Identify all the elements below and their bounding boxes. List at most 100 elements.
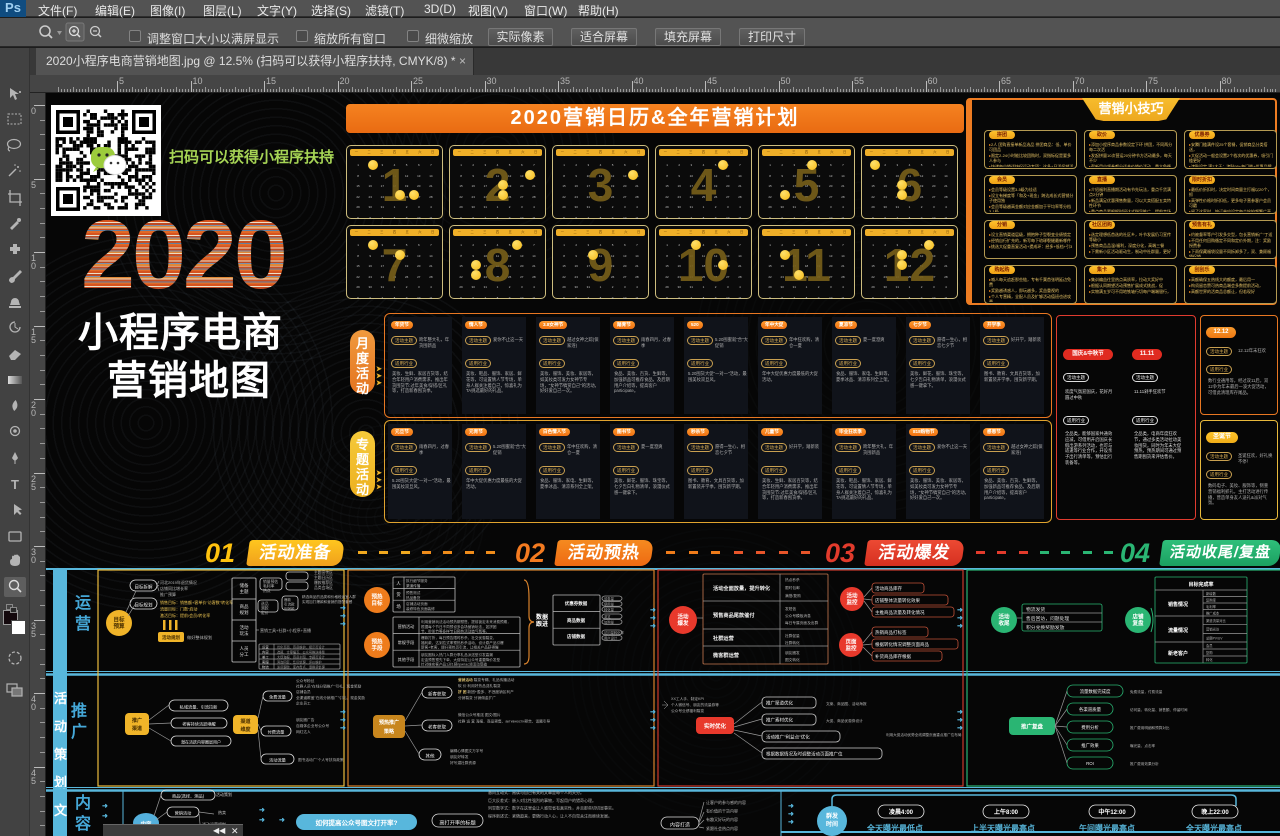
svg-text:实现加打爆款和营销的搭配套餐: 实现加打爆款和营销的搭配套餐: [302, 599, 353, 604]
svg-text:执行细节服务: 执行细节服务: [406, 578, 428, 583]
svg-text:定价: 定价: [261, 610, 269, 615]
svg-text:免费流量: 免费流量: [269, 694, 286, 701]
svg-text:XX工人手、制定KPI: XX工人手、制定KPI: [671, 696, 704, 701]
svg-text:加购量: 加购量: [604, 620, 615, 625]
svg-text:针对核实客产品1对1预припас领活动受邀: 针对核实客产品1对1预припас领活动受邀: [421, 662, 487, 667]
svg-text:有趣又好玩的内容: 有趣又好玩的内容: [706, 816, 738, 822]
svg-text:限时包邮: 限时包邮: [785, 585, 800, 590]
svg-text:规划: 规划: [240, 609, 249, 616]
svg-text:装修特色页面装修: 装修特色页面装修: [406, 606, 435, 611]
svg-text:活动规划: 活动规划: [162, 634, 180, 641]
svg-text:好写潜社群资源: 好写潜社群资源: [450, 760, 476, 765]
svg-text:推广成本: 推广成本: [1206, 611, 1220, 616]
svg-text:朋友好转发: 朋友好转发: [450, 754, 469, 759]
svg-text:复购: 复购: [1206, 650, 1213, 655]
svg-text:手段: 手段: [371, 644, 383, 652]
svg-text:热品备货: 热品备货: [406, 595, 421, 600]
svg-text:微信公众号推送 图文/图片: 微信公众号推送 图文/图片: [458, 712, 501, 717]
svg-text:朋友圈广告: 朋友圈广告: [296, 717, 315, 722]
svg-text:场: 场: [396, 603, 401, 610]
svg-text:选品: 选品: [261, 601, 269, 606]
svg-text:推广费用明细和预算对比: 推广费用明细和预算对比: [1130, 725, 1170, 730]
svg-text:根据数据情况及时调整活动页面推广位: 根据数据情况及时调整活动页面推广位: [766, 751, 843, 758]
svg-text:流量数据完成度: 流量数据完成度: [1080, 688, 1111, 695]
svg-text:监控: 监控: [845, 644, 857, 652]
svg-text:时间: 时间: [826, 820, 838, 828]
svg-text:营销活动: 营销活动: [175, 810, 192, 817]
svg-text:➜: ➜: [788, 819, 794, 826]
svg-text:总额PV/UV: 总额PV/UV: [1206, 635, 1223, 640]
svg-text:每日专属页面及出群: 每日专属页面及出群: [785, 620, 818, 625]
svg-text:➜: ➜: [957, 615, 963, 622]
svg-text:热卖: 热卖: [218, 809, 226, 815]
svg-text:测款: 测款: [261, 606, 269, 611]
svg-text:预算: 预算: [113, 622, 125, 630]
svg-text:➜: ➜: [340, 621, 346, 628]
svg-text:中午12:00: 中午12:00: [1098, 808, 1126, 816]
svg-text:渠道传播: 渠道传播: [406, 583, 421, 588]
svg-text:午间曝光最高点: 午间曝光最高点: [1079, 823, 1135, 833]
svg-text:销量预估: 销量预估: [263, 579, 278, 584]
svg-text:补货商品库存根据: 补货商品库存根据: [875, 653, 911, 660]
svg-text:个人微信号、朋友的流量券等: 个人微信号、朋友的流量券等: [671, 702, 719, 707]
svg-text:高打开率的标题: 高打开率的标题: [439, 819, 475, 827]
svg-text:全渠道覆盖"在线分销推广"引礼、现金奖励: 全渠道覆盖"在线分销推广"引礼、现金奖励: [296, 695, 365, 700]
svg-text:图书活动广"个人号扶持政策: 图书活动广"个人号扶持政策: [298, 757, 344, 762]
svg-text:激活目标：提前/会员/转化率: 激活目标：提前/会员/转化率: [160, 612, 210, 618]
svg-text:➜: ➜: [259, 817, 265, 824]
svg-text:活动: 活动: [677, 613, 689, 621]
svg-text:渠道: 渠道: [131, 725, 142, 732]
svg-text:爆款: 爆款: [284, 597, 292, 602]
svg-text:悬问互动式：阅读与自己有关的文章是每个人的天分。: 悬问互动式：阅读与自己有关的文章是每个人的天分。: [488, 789, 584, 795]
svg-text:商品: 商品: [240, 603, 249, 610]
svg-text:商品(选择、测品): 商品(选择、测品): [172, 793, 205, 800]
svg-text:访问量、转化量、销售额、停留时间: 访问量、转化量、销售额、停留时间: [1130, 707, 1188, 712]
svg-text:➜: ➜: [279, 817, 285, 824]
svg-text:运营: 运营: [262, 644, 269, 649]
svg-text:活动全面放量，提升转化: 活动全面放量，提升转化: [713, 584, 771, 592]
svg-text:➜: ➜: [340, 605, 346, 612]
svg-text:福利款，达到拉式率预热秒杀活动，设计原产品引爆: 福利款，达到拉式率预热秒杀活动，设计原产品引爆: [421, 640, 504, 645]
svg-text:免费流量，付费流量: 免费流量，付费流量: [1130, 689, 1163, 694]
svg-text:页面: 页面: [845, 638, 857, 646]
svg-text:➜: ➜: [788, 811, 794, 818]
svg-text:主题: 主题: [240, 588, 249, 595]
svg-text:新客获取: 新客获取: [428, 691, 446, 698]
svg-text:全天曝光最高点: 全天曝光最高点: [1185, 823, 1242, 833]
svg-text:➜: ➜: [102, 803, 108, 810]
svg-text:会员: 会员: [1206, 643, 1213, 648]
svg-text:监控: 监控: [846, 598, 858, 606]
svg-text:➜: ➜: [650, 615, 656, 622]
svg-text:维度: 维度: [240, 726, 251, 733]
svg-text:各渠道质量: 各渠道质量: [1079, 706, 1102, 713]
svg-text:社群运营: 社群运营: [712, 634, 734, 642]
svg-text:毛利率: 毛利率: [263, 584, 275, 589]
svg-text:主推商品流量及转化情况: 主推商品流量及转化情况: [875, 609, 925, 616]
svg-text:推广: 推广: [132, 717, 142, 724]
svg-text:转化量: 转化量: [604, 607, 615, 612]
svg-text:销售目标：销售额+客单价"访客数"转化率: 销售目标：销售额+客单价"访客数"转化率: [160, 599, 233, 605]
svg-text:➜: ➜: [650, 607, 656, 614]
svg-text:朋友圈标入热门人群分享礼品派送型引发高潮: 朋友圈标入热门人群分享礼品派送型引发高潮: [421, 652, 493, 657]
svg-text:潜在活跃内容圈层用户: 潜在活跃内容圈层用户: [181, 739, 221, 745]
svg-text:店铺会员: 店铺会员: [296, 689, 311, 694]
svg-text:爆发: 爆发: [677, 619, 689, 627]
svg-text:客服: 客服: [262, 659, 269, 664]
svg-text:砍 价 利用好热品送礼裂变: 砍 价 利用好热品送礼裂变: [458, 683, 501, 688]
svg-text:➜: ➜: [650, 717, 656, 724]
svg-text:主题日历区: 主题日历区: [314, 575, 333, 580]
svg-text:主题宣传区: 主题宣传区: [314, 570, 333, 575]
svg-text:定金预售预先下单，​大促特定公众号重要降价发型: 定金预售预先下单，​大促特定公众号重要降价发型: [421, 657, 500, 662]
svg-text:曝光量、点击率: 曝光量、点击率: [1130, 743, 1156, 748]
svg-text:流量目标：门数"启动: 流量目标：门数"启动: [160, 606, 197, 612]
svg-text:巨大反差式：嵌入对比性强烈的事物，​写起用户的猎奇心理。: 巨大反差式：嵌入对比性强烈的事物，​写起用户的猎奇心理。: [488, 797, 596, 803]
svg-text:根据每个节日不同预设多会场营销玩法，如拼团: 根据每个节日不同预设多会场营销玩法，如拼团: [421, 624, 497, 629]
svg-text:图文转化: 图文转化: [785, 657, 800, 662]
svg-text:推广费用效果分析: 推广费用效果分析: [1130, 761, 1159, 766]
svg-text:玩法: 玩法: [240, 630, 249, 637]
svg-text:网红达人: 网红达人: [296, 729, 311, 734]
svg-text:➜: ➜: [650, 725, 656, 732]
svg-text:➜: ➜: [650, 623, 656, 630]
svg-text:➜: ➜: [259, 807, 265, 814]
svg-text:➜: ➜: [957, 725, 963, 732]
